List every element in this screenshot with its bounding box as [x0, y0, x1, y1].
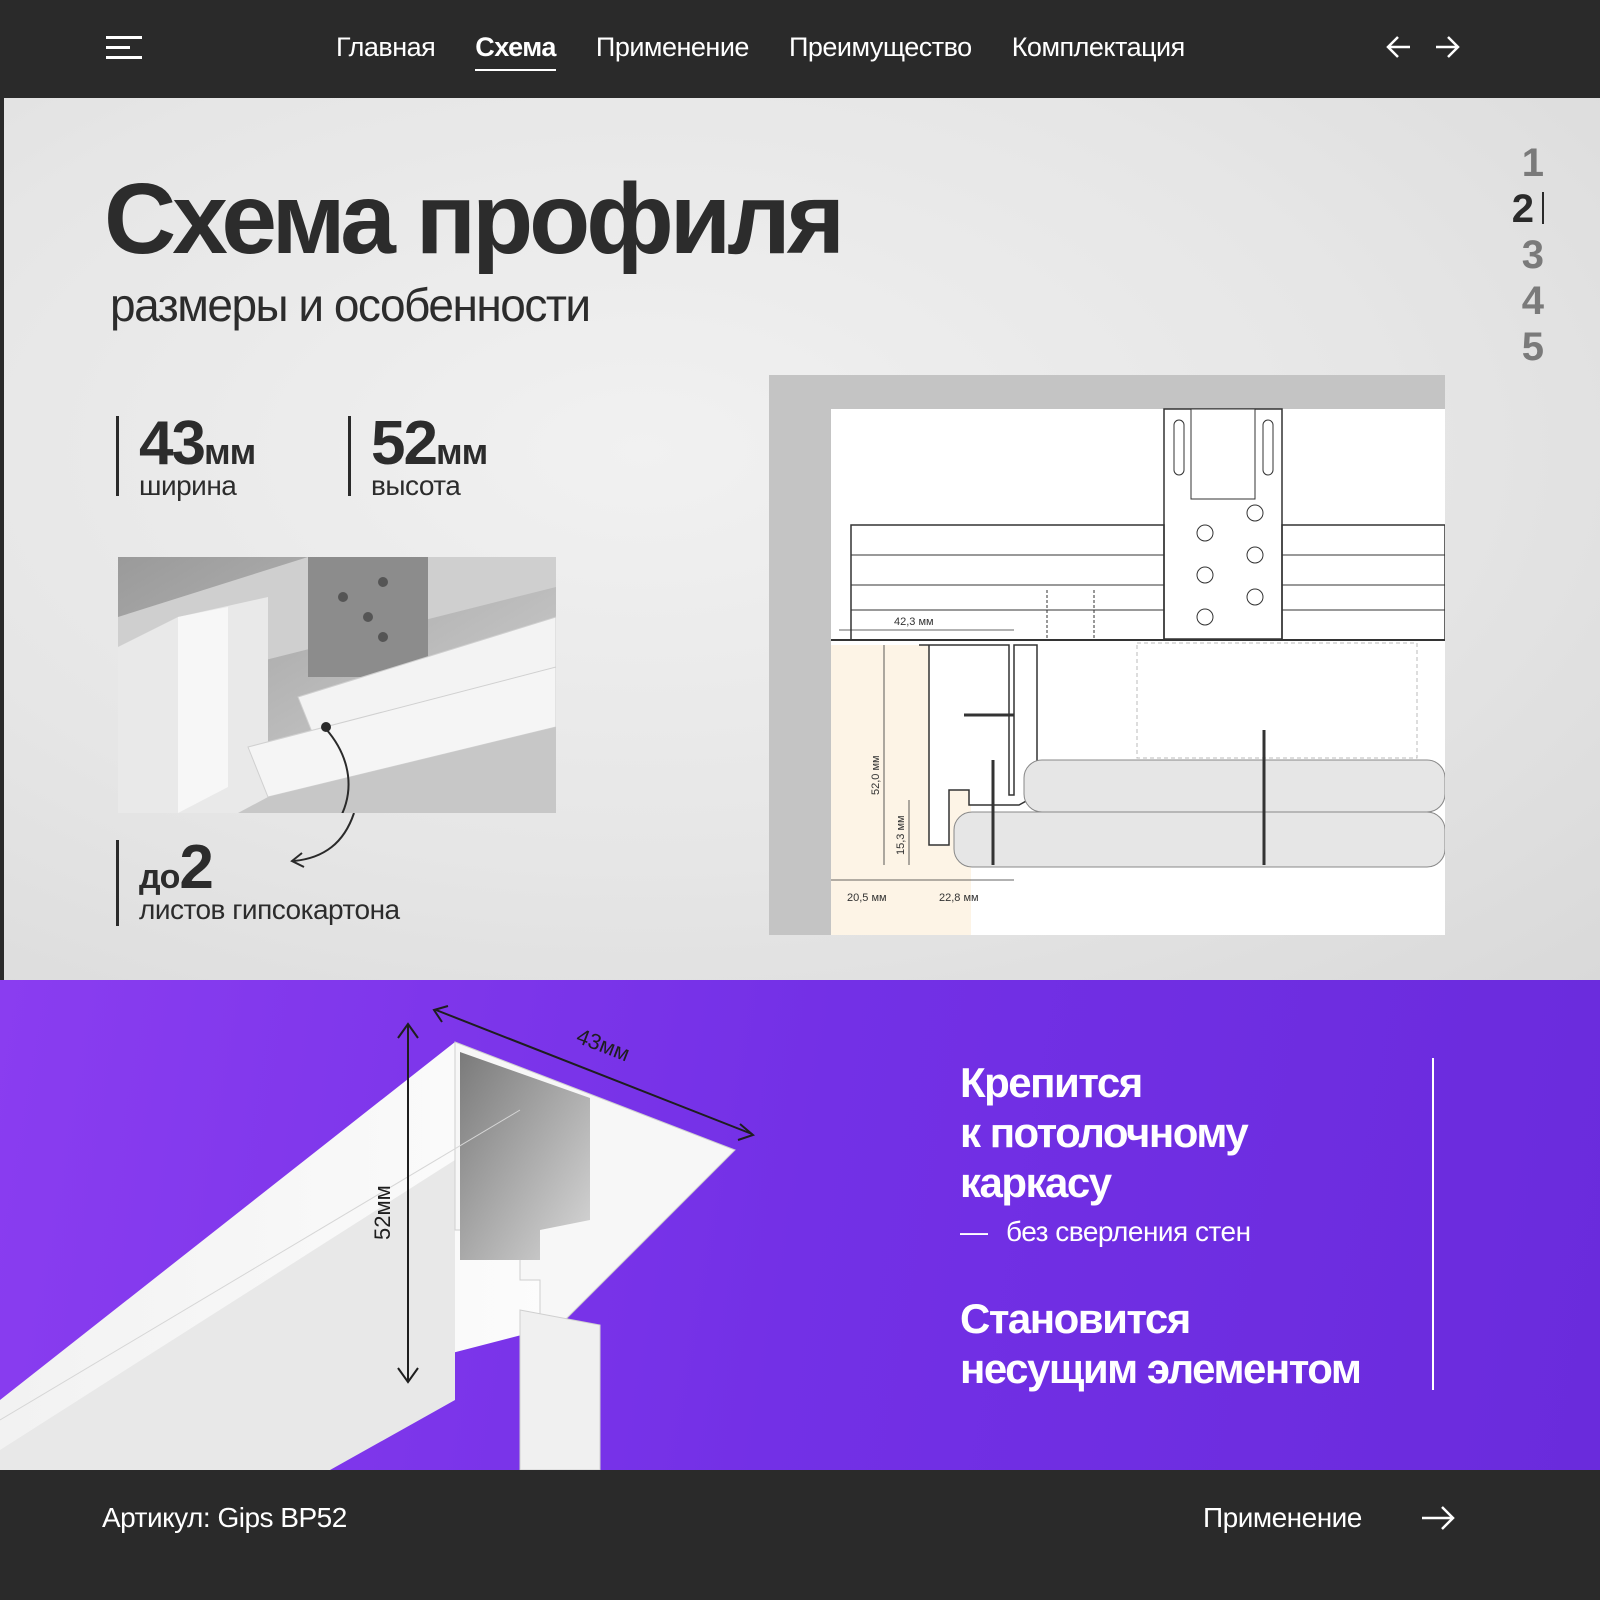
feature-mount-line-3: каркасу: [960, 1159, 1112, 1206]
page-title: Схема профиля: [104, 163, 845, 275]
pager-item-4[interactable]: 4: [1512, 278, 1544, 324]
stat-sheets-label: листов гипсокартона: [139, 894, 400, 925]
stat-height-label: высота: [371, 470, 461, 501]
divider-line: [1432, 1058, 1434, 1390]
slide-pager: 1 2 3 4 5: [1512, 140, 1544, 370]
profile-3d-render: 43мм 52мм: [0, 1005, 756, 1470]
slide-arrows: [1386, 32, 1460, 62]
pager-item-3[interactable]: 3: [1512, 232, 1544, 278]
nav-item-advantage[interactable]: Преимущество: [789, 32, 972, 71]
feature-bearing-line-2: несущим элементом: [960, 1345, 1362, 1392]
scheme-section: Схема профиля размеры и особенности 1 2 …: [4, 98, 1600, 980]
dim-top-label: 42,3 мм: [894, 616, 934, 628]
nav-item-scheme[interactable]: Схема: [475, 32, 556, 71]
pager-item-2[interactable]: 2: [1512, 186, 1544, 232]
stat-height: 52мм высота: [348, 413, 488, 501]
pager-item-5[interactable]: 5: [1512, 324, 1544, 370]
top-navigation-bar: Главная Схема Применение Преимущество Ко…: [4, 0, 1600, 98]
stat-sheets-prefix: до: [139, 858, 180, 896]
dim-bottom-left-label: 20,5 мм: [847, 892, 887, 904]
feature-mount: Крепится к потолочному каркасу: [960, 1058, 1390, 1208]
nav-item-kit[interactable]: Комплектация: [1012, 32, 1186, 71]
stat-width: 43мм ширина: [116, 413, 256, 501]
arrow-left-icon[interactable]: [1386, 32, 1412, 62]
stat-height-value: 52: [371, 409, 438, 478]
stat-width-label: ширина: [139, 470, 237, 501]
main-nav: Главная Схема Применение Преимущество Ко…: [336, 32, 1185, 71]
next-section-link[interactable]: Применение: [1203, 1502, 1362, 1534]
stat-width-unit: мм: [203, 431, 256, 472]
menu-icon[interactable]: [106, 36, 144, 62]
arrow-right-icon[interactable]: [1420, 1502, 1456, 1534]
dim-vertical-lower-label: 15,3 мм: [895, 815, 907, 855]
feature-bearing-line-1: Становится: [960, 1295, 1191, 1342]
feature-bearing: Становится несущим элементом: [960, 1294, 1420, 1394]
feature-mount-note: — без сверления стен: [960, 1216, 1251, 1248]
dim-height-label: 52мм: [370, 1185, 395, 1240]
feature-mount-line-2: к потолочному: [960, 1109, 1249, 1156]
sku-label: Артикул: Gips BP52: [102, 1502, 347, 1533]
pager-item-1[interactable]: 1: [1512, 140, 1544, 186]
dim-vertical-total-label: 52,0 мм: [870, 755, 882, 795]
stat-sheets: до2 листов гипсокартона: [116, 837, 400, 926]
stat-width-value: 43: [139, 409, 206, 478]
stat-sheets-value: 2: [179, 833, 214, 902]
nav-item-application[interactable]: Применение: [596, 32, 750, 71]
nav-item-home[interactable]: Главная: [336, 32, 436, 71]
promo-section: 43мм 52мм Крепится к потолочному каркасу…: [0, 980, 1600, 1470]
footer-bar: Артикул: Gips BP52 Применение: [0, 1470, 1600, 1600]
profile-technical-drawing: 42,3 мм 52,0 мм 15,3 мм 20,5 мм 22,8 мм: [769, 375, 1445, 935]
stat-height-unit: мм: [435, 431, 488, 472]
page-subtitle: размеры и особенности: [110, 279, 591, 331]
feature-mount-line-1: Крепится: [960, 1059, 1143, 1106]
arrow-right-icon[interactable]: [1434, 32, 1460, 62]
feature-mount-note-text: без сверления стен: [1006, 1216, 1251, 1247]
dim-bottom-right-label: 22,8 мм: [939, 892, 979, 904]
profile-photo: [118, 557, 556, 813]
dash-mark: —: [960, 1216, 988, 1247]
dim-width-label: 43мм: [573, 1023, 633, 1066]
